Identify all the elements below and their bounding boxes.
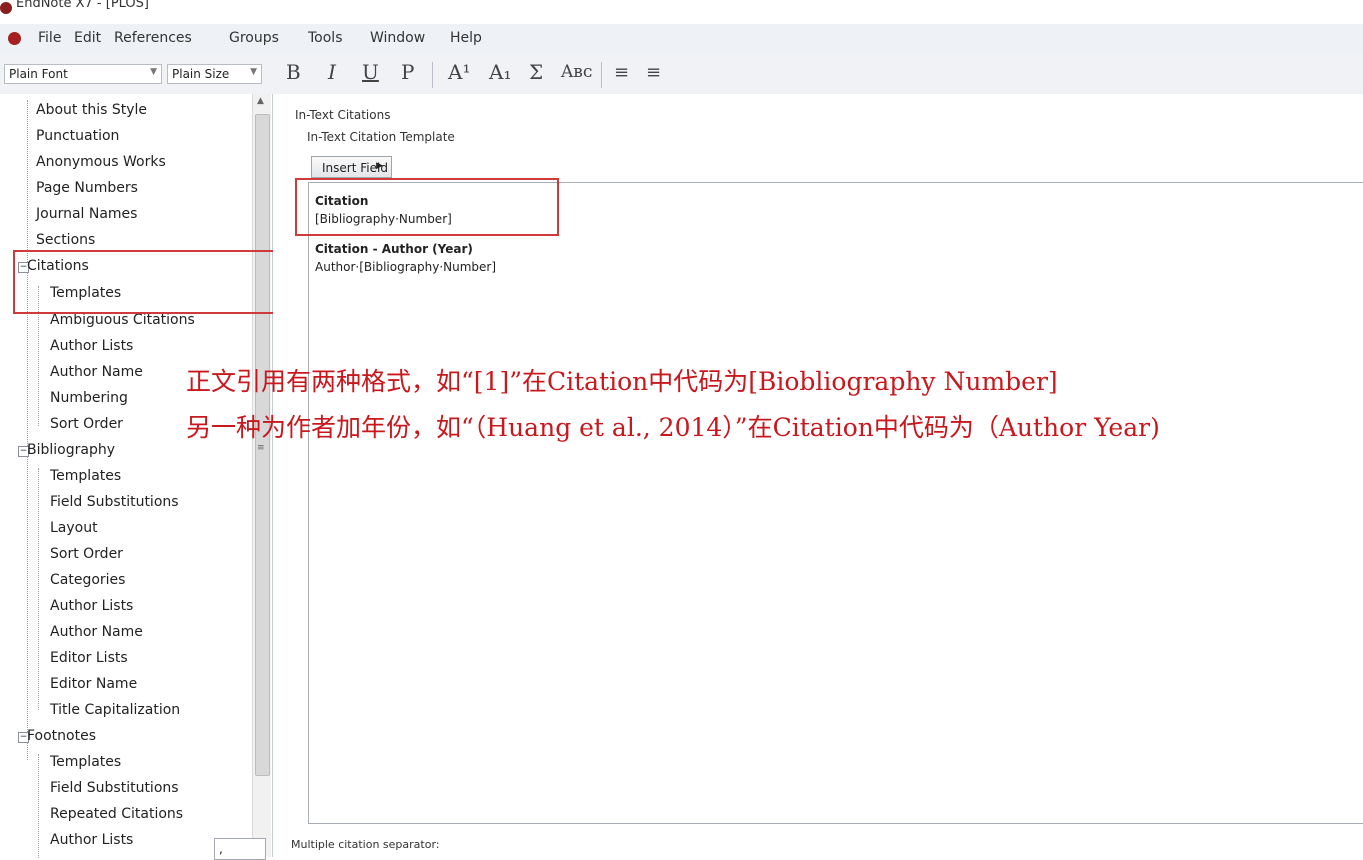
size-select-value: Plain Size (172, 67, 230, 81)
separator-value: , (219, 842, 223, 856)
bold-button[interactable]: B (286, 60, 301, 84)
subscript-button[interactable]: A₁ (489, 60, 511, 84)
menu-help[interactable]: Help (450, 30, 482, 46)
menu-file[interactable]: File (38, 30, 61, 46)
citation-template-pane: In-Text Citations In-Text Citation Templ… (273, 94, 1363, 857)
align-left-button[interactable]: ≡ (614, 62, 629, 83)
tree-connector (38, 754, 39, 858)
annotation-line-1: 正文引用有两种格式，如“[1]”在Citation中代码为[Biobliogra… (186, 367, 1058, 396)
tree-scrollbar[interactable]: ▲ ≡ (252, 94, 271, 857)
title-bar: EndNote X7 - [PLOS] (0, 0, 1363, 24)
menu-tools[interactable]: Tools (308, 30, 343, 46)
tree-item-ambiguous-citations[interactable]: Ambiguous Citations (50, 312, 195, 328)
endnote-app-icon (0, 2, 12, 14)
chevron-down-icon: ▼ (250, 67, 257, 77)
tree-item-footnotes-author-lists[interactable]: Author Lists (50, 832, 133, 848)
in-text-citation-template-heading: In-Text Citation Template (307, 130, 455, 144)
font-select-value: Plain Font (9, 67, 68, 81)
format-toolbar: Plain Font ▼ Plain Size ▼ B I U P A¹ A₁ … (0, 54, 1363, 95)
menu-bar: File Edit References Groups Tools Window… (0, 24, 1363, 55)
menu-edit[interactable]: Edit (74, 30, 101, 46)
tree-connector (38, 468, 39, 710)
separator-label: Multiple citation separator: (291, 838, 440, 851)
tree-item-citations-author-name[interactable]: Author Name (50, 364, 143, 380)
tree-item-bibliography-author-name[interactable]: Author Name (50, 624, 143, 640)
in-text-citations-heading: In-Text Citations (295, 108, 391, 122)
toolbar-separator (601, 62, 602, 88)
tree-item-bibliography-sort-order[interactable]: Sort Order (50, 546, 123, 562)
align-center-button[interactable]: ≡ (646, 62, 661, 83)
menu-references[interactable]: References (114, 30, 192, 46)
scroll-up-icon[interactable]: ▲ (257, 96, 264, 106)
tree-item-citations-author-lists[interactable]: Author Lists (50, 338, 133, 354)
tree-item-numbering[interactable]: Numbering (50, 390, 128, 406)
tree-item-title-capitalization[interactable]: Title Capitalization (50, 702, 180, 718)
highlight-citations-templates (13, 250, 279, 314)
tree-item-punctuation[interactable]: Punctuation (36, 128, 119, 144)
tree-item-bibliography-author-lists[interactable]: Author Lists (50, 598, 133, 614)
tree-item-bibliography-field-substitutions[interactable]: Field Substitutions (50, 494, 179, 510)
annotation-line-2: 另一种为作者加年份，如“（Huang et al., 2014）”在Citati… (186, 413, 1160, 442)
tree-item-editor-lists[interactable]: Editor Lists (50, 650, 128, 666)
tree-item-citations-sort-order[interactable]: Sort Order (50, 416, 123, 432)
plain-button[interactable]: P (401, 60, 414, 84)
tree-item-about-style[interactable]: About this Style (36, 102, 147, 118)
tree-item-footnotes-field-substitutions[interactable]: Field Substitutions (50, 780, 179, 796)
tree-item-categories[interactable]: Categories (50, 572, 125, 588)
tree-item-sections[interactable]: Sections (36, 232, 95, 248)
tree-item-bibliography-templates[interactable]: Templates (50, 468, 121, 484)
tree-item-layout[interactable]: Layout (50, 520, 98, 536)
endnote-menu-icon[interactable] (8, 32, 21, 45)
chevron-down-icon: ▼ (150, 67, 157, 77)
author-year-template-title: Citation - Author (Year) (315, 242, 473, 256)
tree-connector (27, 100, 28, 250)
superscript-button[interactable]: A¹ (448, 60, 470, 84)
tree-item-editor-name[interactable]: Editor Name (50, 676, 137, 692)
tree-item-bibliography[interactable]: Bibliography (27, 442, 115, 458)
citation-template-editor[interactable] (308, 182, 1363, 824)
menu-groups[interactable]: Groups (229, 30, 279, 46)
symbol-button[interactable]: Σ (529, 60, 543, 84)
tree-connector (27, 250, 28, 760)
arrow-right-icon: ▶ (376, 161, 383, 171)
size-select[interactable]: Plain Size ▼ (167, 64, 262, 84)
tree-item-page-numbers[interactable]: Page Numbers (36, 180, 138, 196)
toolbar-separator (432, 62, 433, 88)
style-tree: About this Style Punctuation Anonymous W… (0, 94, 279, 858)
tree-item-repeated-citations[interactable]: Repeated Citations (50, 806, 183, 822)
tree-item-journal-names[interactable]: Journal Names (36, 206, 137, 222)
author-year-template-code[interactable]: Author·[Bibliography·Number] (315, 260, 496, 274)
tree-item-footnotes[interactable]: Footnotes (27, 728, 96, 744)
scroll-grip-icon: ≡ (257, 443, 265, 453)
underline-button[interactable]: U (362, 60, 379, 84)
tree-item-anonymous-works[interactable]: Anonymous Works (36, 154, 166, 170)
menu-window[interactable]: Window (370, 30, 425, 46)
small-caps-button[interactable]: Aʙᴄ (561, 62, 592, 82)
tree-item-footnotes-templates[interactable]: Templates (50, 754, 121, 770)
highlight-citation-template (295, 178, 559, 236)
window-title: EndNote X7 - [PLOS] (16, 0, 149, 11)
italic-button[interactable]: I (328, 60, 336, 84)
insert-field-button[interactable]: Insert Field ▶ (311, 156, 392, 178)
font-select[interactable]: Plain Font ▼ (4, 64, 162, 84)
